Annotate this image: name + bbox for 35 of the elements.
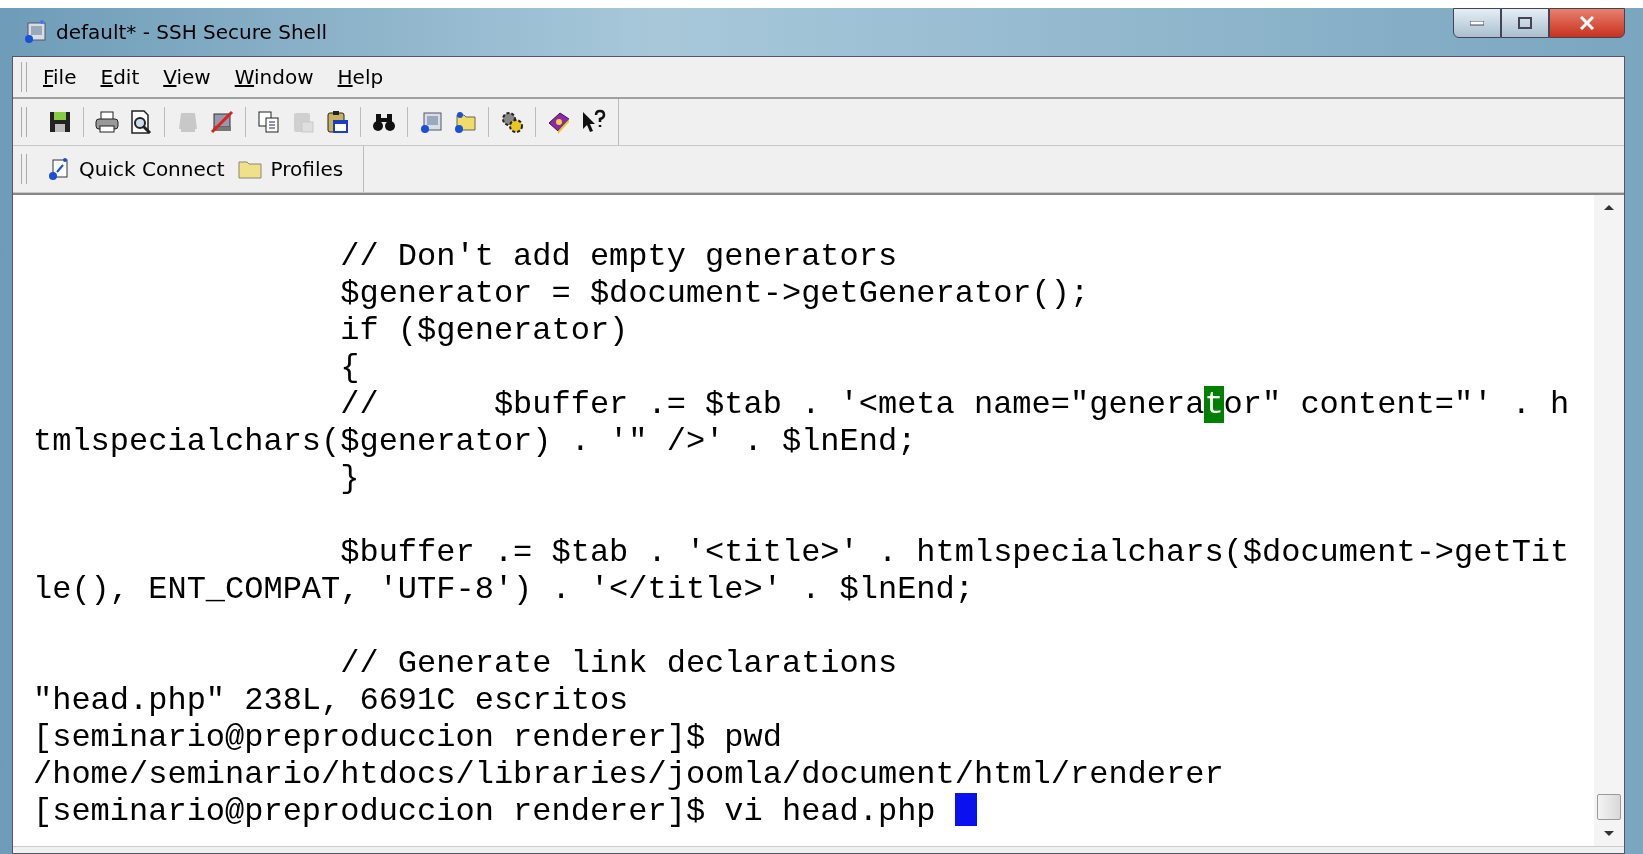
terminal-line: tmlspecialchars($generator) . '" />' . $lnEnd; xyxy=(33,423,917,460)
terminal-line: // Don't add empty generators xyxy=(339,238,898,275)
terminal-line: // Generate link declarations xyxy=(339,645,898,682)
terminal-line: /home/seminario/htdocs/libraries/joomla/document/html/renderer xyxy=(33,756,1224,793)
close-button[interactable] xyxy=(1549,8,1625,38)
vertical-scrollbar[interactable] xyxy=(1594,195,1624,846)
menu-item[interactable]: Help xyxy=(337,65,396,89)
terminal-line: $buffer .= $tab . '<title>' . htmlspecialchars($document->getTit xyxy=(339,534,1570,571)
terminal-line: // $buffer .= $tab . '<meta name="generator" content="' . h xyxy=(339,386,1570,423)
minimize-icon xyxy=(1470,20,1484,26)
menu-item[interactable]: Edit xyxy=(100,65,152,89)
minimize-button[interactable] xyxy=(1453,8,1501,38)
close-icon xyxy=(1579,16,1595,30)
terminal-line: "head.php" 238L, 6691C escritos xyxy=(33,682,629,719)
terminal-line: if ($generator) xyxy=(339,312,629,349)
window-title: default* - SSH Secure Shell xyxy=(56,20,327,44)
app-icon xyxy=(22,19,48,45)
menu-item[interactable]: Window xyxy=(234,65,326,89)
terminal-line: le(), ENT_COMPAT, 'UTF-8') . '</title>' . $lnEnd; xyxy=(33,571,974,608)
scrollbar-thumb[interactable] xyxy=(1597,794,1621,820)
scroll-up-icon[interactable] xyxy=(1603,203,1615,211)
document-icon xyxy=(47,157,71,181)
terminal-line: $generator = $document->getGenerator(); xyxy=(339,275,1090,312)
menu-item[interactable]: View xyxy=(163,65,223,89)
maximize-icon xyxy=(1518,17,1532,29)
profiles-button[interactable]: Profiles xyxy=(236,155,352,183)
folder-icon xyxy=(236,158,263,180)
terminal-line: { xyxy=(339,349,360,386)
quick-connect-button[interactable]: Quick Connect xyxy=(47,155,233,183)
terminal-line: } xyxy=(339,460,360,497)
scroll-down-icon[interactable] xyxy=(1603,830,1615,838)
maximize-button[interactable] xyxy=(1501,8,1549,38)
menu-item[interactable]: File xyxy=(43,65,89,89)
terminal-line: [seminario@preproduccion renderer]$ pwd xyxy=(33,719,782,756)
terminal-line: [seminario@preproduccion renderer]$ vi head.php xyxy=(33,793,937,830)
